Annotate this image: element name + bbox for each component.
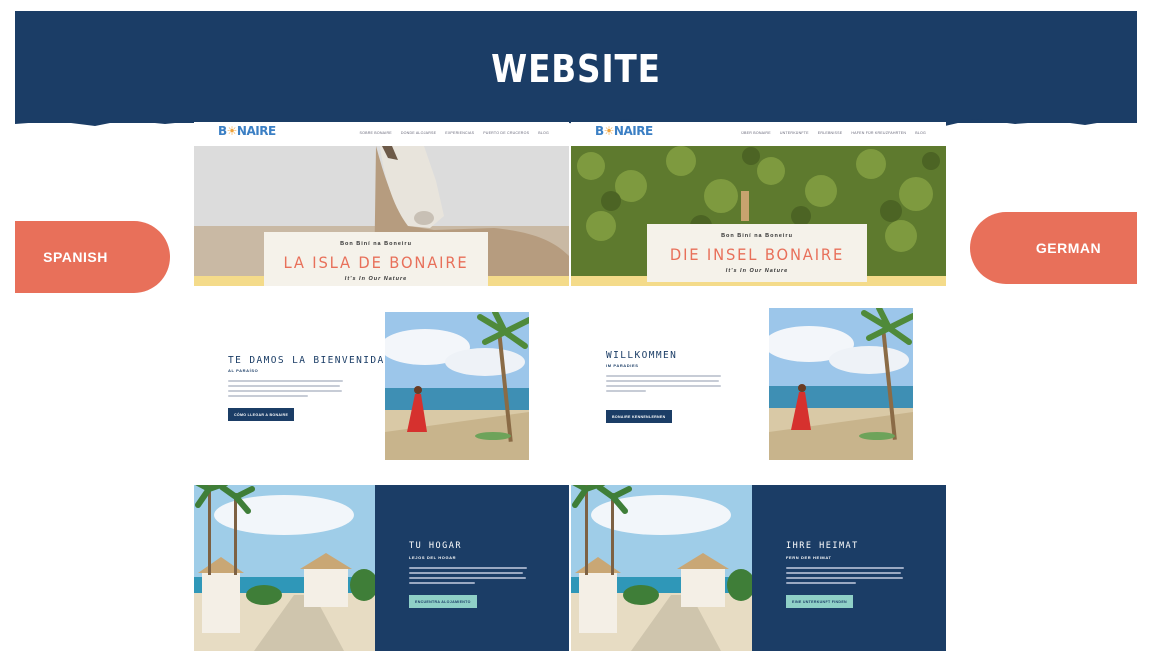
hero-pretitle: Bon Biní na Boneiru: [721, 233, 793, 239]
nav-item-about[interactable]: ÜBER BONAIRE: [741, 131, 771, 135]
hero-subtitle: It's In Our Nature: [344, 276, 408, 282]
site-nav: B☀NAIRE ÜBER BONAIRE UNTERKÜNFTE ERLEBNI…: [571, 122, 946, 146]
beach-woman-photo: [769, 308, 913, 460]
german-site-mockup: B☀NAIRE ÜBER BONAIRE UNTERKÜNFTE ERLEBNI…: [571, 122, 946, 651]
welcome-title: TE DAMOS LA BIENVENIDA: [228, 355, 385, 366]
nav-item-about[interactable]: SOBRE BONAIRE: [360, 131, 392, 135]
hero-card: Bon Biní na Boneiru DIE INSEL BONAIRE It…: [647, 224, 867, 282]
banner-title: WEBSITE: [491, 47, 661, 91]
site-nav: B☀NAIRE SOBRE BONAIRE DONDE ALOJARSE EXP…: [194, 122, 569, 146]
welcome-title: WILLKOMMEN: [606, 350, 678, 361]
resort-photo: [194, 485, 375, 651]
nav-item-stay[interactable]: DONDE ALOJARSE: [401, 131, 436, 135]
home-section: TU HOGAR LEJOS DEL HOGAR ENCUENTRA ALOJA…: [194, 485, 569, 651]
home-paragraph: [409, 567, 527, 587]
hero-pretitle: Bon Biní na Boneiru: [340, 241, 412, 247]
welcome-paragraph: [606, 375, 721, 395]
hero-card: Bon Biní na Boneiru LA ISLA DE BONAIRE I…: [264, 232, 488, 286]
welcome-button[interactable]: BONAIRE KENNENLERNEN: [606, 410, 672, 423]
nav-item-blog[interactable]: BLOG: [915, 131, 926, 135]
welcome-button[interactable]: CÓMO LLEGAR A BONAIRE: [228, 408, 295, 421]
hero-title: DIE INSEL BONAIRE: [669, 245, 845, 264]
home-button[interactable]: ENCUENTRA ALOJAMIENTO: [409, 595, 477, 608]
welcome-paragraph: [228, 380, 343, 400]
home-paragraph: [786, 567, 904, 587]
header-banner: WEBSITE: [15, 11, 1137, 123]
hero-subtitle: It's In Our Nature: [725, 268, 789, 274]
home-title: IHRE HEIMAT: [786, 541, 859, 551]
hero-title: LA ISLA DE BONAIRE: [283, 253, 469, 272]
home-section: IHRE HEIMAT FERN DER HEIMAT EINE UNTERKU…: [571, 485, 946, 651]
nav-item-cruise[interactable]: PUERTO DE CRUCEROS: [483, 131, 529, 135]
home-panel: TU HOGAR LEJOS DEL HOGAR ENCUENTRA ALOJA…: [375, 485, 569, 651]
home-button[interactable]: EINE UNTERKUNFT FINDEN: [786, 595, 853, 608]
nav-item-blog[interactable]: BLOG: [538, 131, 549, 135]
spanish-label: SPANISH: [15, 221, 170, 293]
spanish-site-mockup: B☀NAIRE SOBRE BONAIRE DONDE ALOJARSE EXP…: [194, 122, 569, 651]
site-logo[interactable]: B☀NAIRE: [218, 124, 276, 138]
site-logo[interactable]: B☀NAIRE: [595, 124, 653, 138]
beach-woman-photo: [385, 312, 529, 460]
home-subtitle: LEJOS DEL HOGAR: [409, 555, 457, 560]
home-panel: IHRE HEIMAT FERN DER HEIMAT EINE UNTERKU…: [752, 485, 946, 651]
welcome-subtitle: AL PARAÍSO: [228, 368, 259, 373]
home-subtitle: FERN DER HEIMAT: [786, 555, 832, 560]
home-title: TU HOGAR: [409, 541, 462, 551]
welcome-subtitle: IM PARADIES: [606, 363, 639, 368]
hero-section: Bon Biní na Boneiru LA ISLA DE BONAIRE I…: [194, 146, 569, 286]
nav-item-stay[interactable]: UNTERKÜNFTE: [780, 131, 809, 135]
german-label: GERMAN: [970, 212, 1137, 284]
nav-item-experiences[interactable]: EXPERIENCIAS: [445, 131, 474, 135]
nav-item-experiences[interactable]: ERLEBNISSE: [818, 131, 843, 135]
nav-item-cruise[interactable]: HAFEN FÜR KREUZFAHRTEN: [851, 131, 906, 135]
resort-photo: [571, 485, 752, 651]
hero-section: Bon Biní na Boneiru DIE INSEL BONAIRE It…: [571, 146, 946, 286]
